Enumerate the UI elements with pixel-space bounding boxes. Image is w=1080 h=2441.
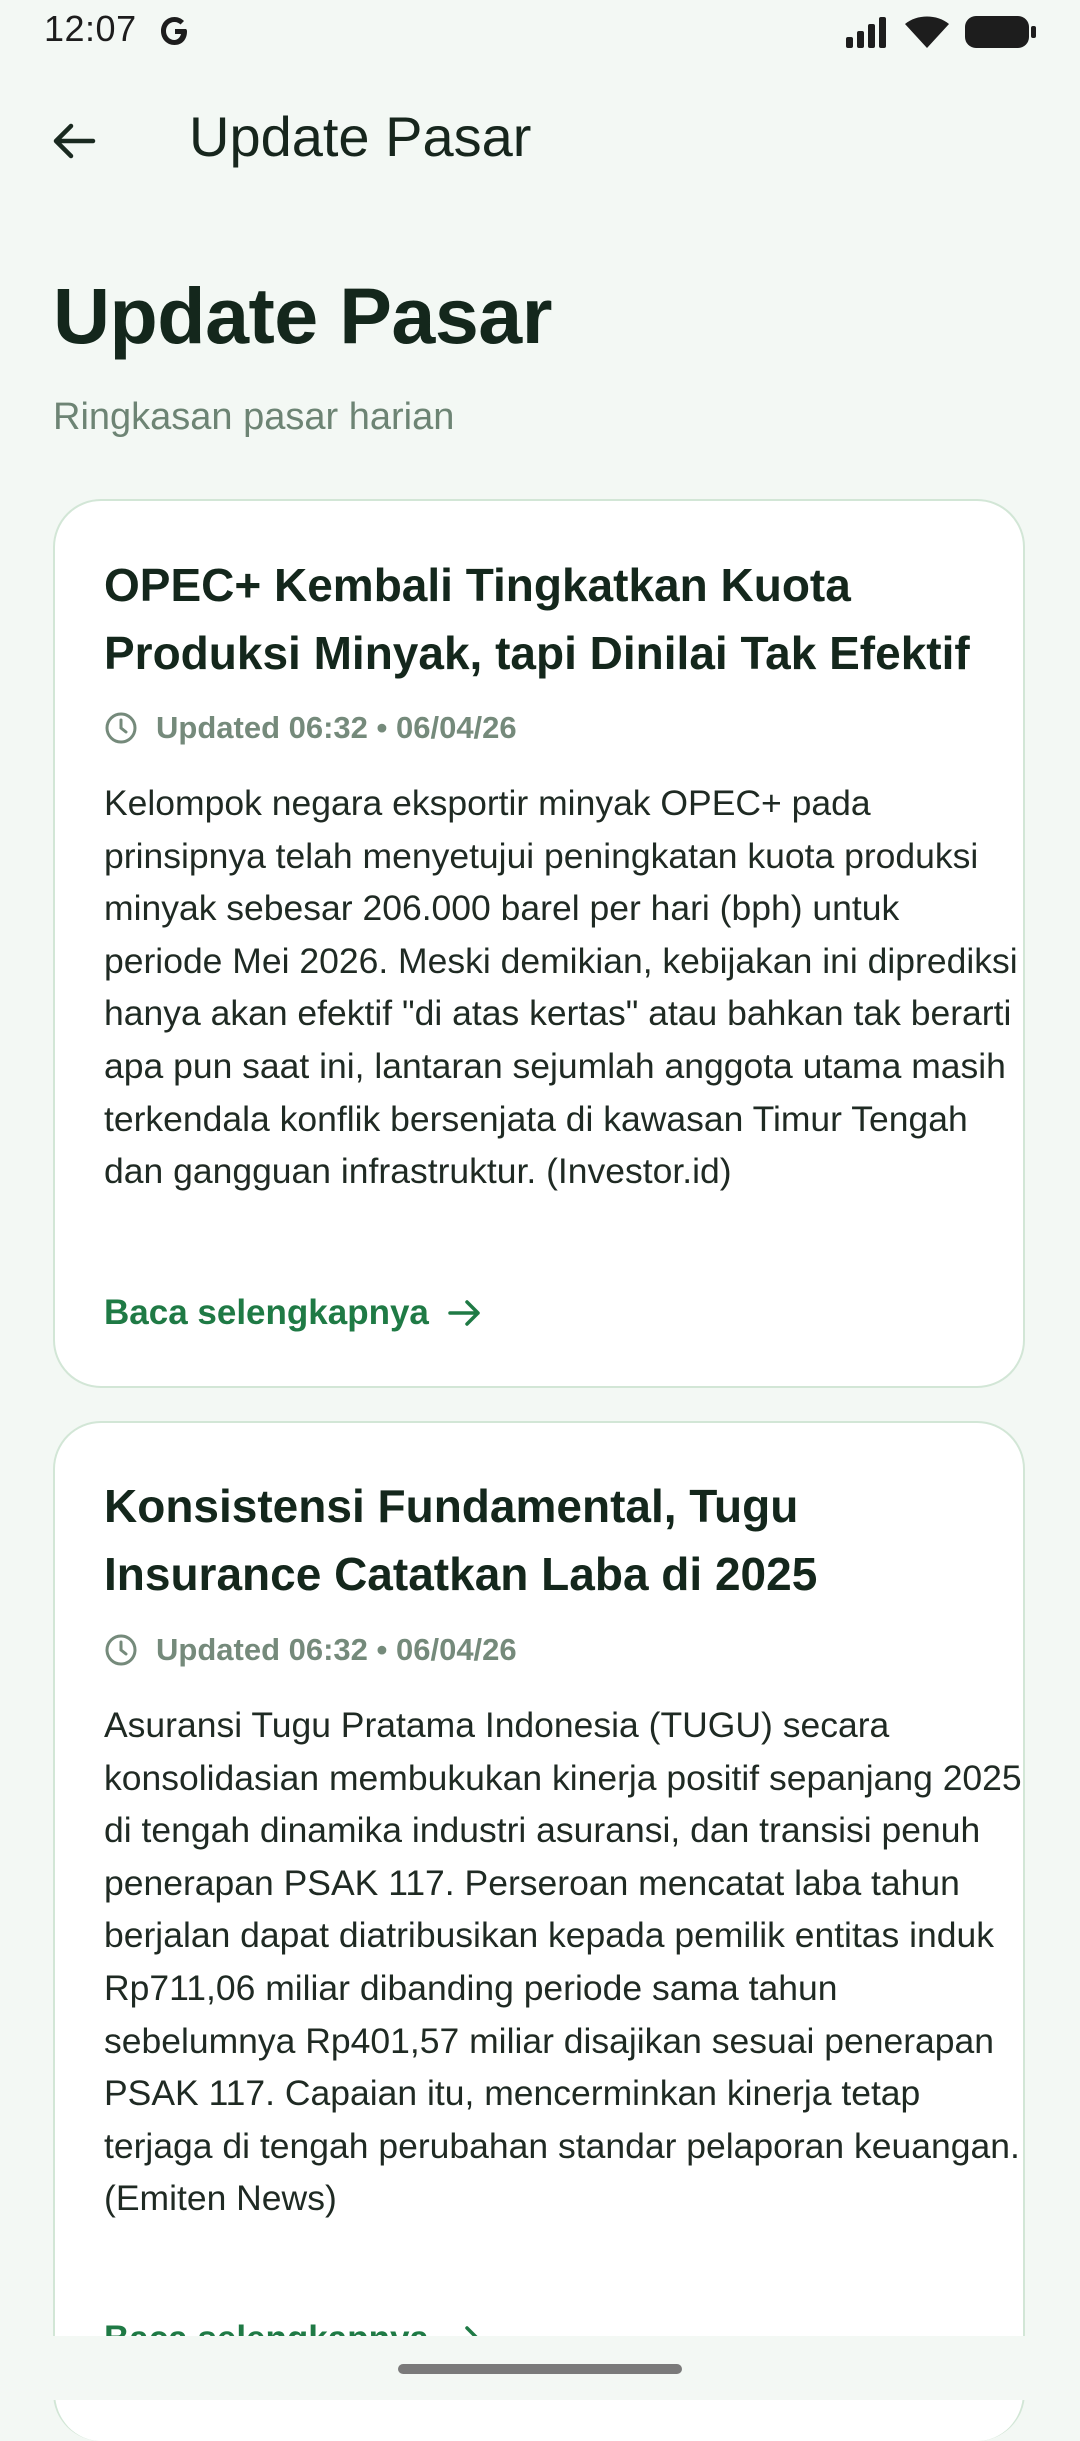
article-meta: Updated 06:32 • 06/04/26 (104, 710, 517, 746)
read-more-label: Baca selengkapnya (104, 1293, 429, 1332)
signal-icon (846, 17, 886, 48)
app-bar-title: Update Pasar (189, 105, 532, 168)
status-bar: 12:07 (0, 0, 1080, 62)
clock-icon (105, 1634, 137, 1666)
article-updated-text: Updated 06:32 • 06/04/26 (156, 1632, 517, 1667)
status-time: 12:07 (44, 8, 137, 49)
arrow-left-icon (53, 123, 96, 159)
page-title: Update Pasar (53, 271, 552, 360)
article-title: Konsistensi Fundamental, Tugu Insurance … (104, 1480, 818, 1600)
wifi-icon (905, 16, 949, 48)
article-body: Kelompok negara eksportir minyak OPEC+ p… (104, 783, 1018, 1192)
page-subtitle: Ringkasan pasar harian (53, 396, 455, 438)
article-body: Asuransi Tugu Pratama Indonesia (TUGU) s… (104, 1705, 1022, 2219)
arrow-right-icon (448, 1300, 480, 1326)
article-card[interactable]: Konsistensi Fundamental, Tugu Insurance … (53, 1421, 1025, 2441)
article-meta: Updated 06:32 • 06/04/26 (104, 1632, 517, 1668)
article-title: OPEC+ Kembali Tingkatkan Kuota Produksi … (104, 559, 970, 679)
article-updated-text: Updated 06:32 • 06/04/26 (156, 710, 517, 745)
back-button[interactable] (38, 106, 108, 176)
google-g-icon (161, 17, 187, 45)
article-card[interactable]: OPEC+ Kembali Tingkatkan Kuota Produksi … (53, 499, 1025, 1388)
read-more-link[interactable]: Baca selengkapnya (104, 1293, 483, 1333)
status-icons (844, 12, 1038, 52)
gesture-handle[interactable] (398, 2364, 682, 2374)
battery-icon (965, 16, 1036, 48)
app-bar: Update Pasar (0, 90, 1080, 182)
clock-icon (105, 712, 137, 744)
